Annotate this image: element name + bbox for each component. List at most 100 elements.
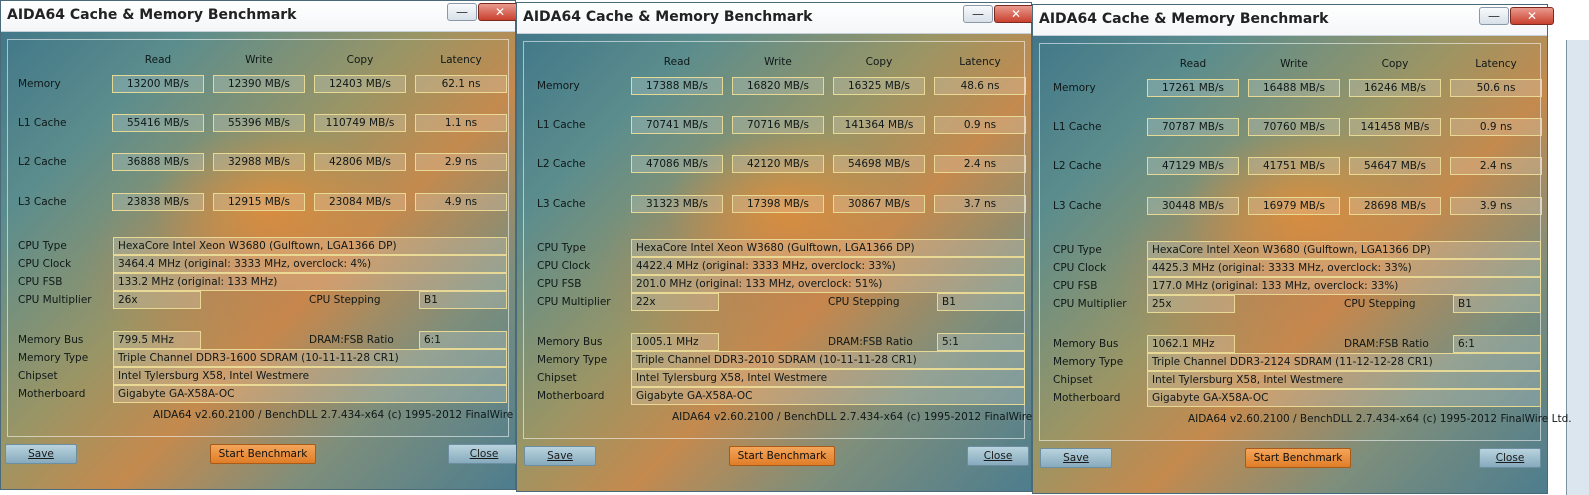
footer-version: AIDA64 v2.60.2100 / BenchDLL 2.7.434-x64… (153, 409, 537, 421)
chipset-label: Chipset (537, 372, 577, 384)
memory-type-label: Memory Type (18, 352, 89, 364)
l3-copy-field: 23084 MB/s (314, 193, 406, 211)
motherboard-label: Motherboard (1053, 392, 1121, 404)
l3-latency-field: 4.9 ns (415, 193, 507, 211)
l1-copy-field: 110749 MB/s (314, 114, 406, 132)
title-bar[interactable]: AIDA64 Cache & Memory Benchmark — ✕ (1, 1, 522, 32)
cpu-multiplier-label: CPU Multiplier (18, 294, 92, 306)
memory-latency-field: 48.6 ns (934, 77, 1026, 95)
memory-type-label: Memory Type (537, 354, 608, 366)
cpu-multiplier-field: 22x (631, 293, 719, 311)
row-label-l1-cache: L1 Cache (18, 117, 67, 129)
start-benchmark-button[interactable]: Start Benchmark (210, 444, 316, 464)
l1-latency-field: 0.9 ns (1450, 118, 1542, 136)
chipset-label: Chipset (1053, 374, 1093, 386)
l1-read-field: 70787 MB/s (1147, 118, 1239, 136)
l2-copy-field: 54698 MB/s (833, 155, 925, 173)
row-label-l2-cache: L2 Cache (1053, 160, 1102, 172)
memory-read-field: 13200 MB/s (112, 75, 204, 93)
start-benchmark-button[interactable]: Start Benchmark (1245, 448, 1351, 468)
close-icon[interactable]: ✕ (1510, 7, 1554, 25)
l2-copy-field: 54647 MB/s (1349, 157, 1441, 175)
footer-version: AIDA64 v2.60.2100 / BenchDLL 2.7.434-x64… (1188, 413, 1572, 425)
cpu-stepping-label: CPU Stepping (309, 294, 381, 306)
window-title: AIDA64 Cache & Memory Benchmark (1039, 11, 1329, 27)
motherboard-field: Gigabyte GA-X58A-OC (113, 385, 507, 403)
memory-copy-field: 16246 MB/s (1349, 79, 1441, 97)
cpu-stepping-label: CPU Stepping (828, 296, 900, 308)
l3-copy-field: 30867 MB/s (833, 195, 925, 213)
minimize-icon[interactable]: — (447, 3, 477, 21)
dram-fsb-ratio-field: 5:1 (937, 333, 1025, 351)
row-label-memory: Memory (1053, 82, 1096, 94)
close-button[interactable]: Close (967, 446, 1029, 466)
memory-bus-label: Memory Bus (1053, 338, 1119, 350)
cpu-fsb-label: CPU FSB (18, 276, 63, 288)
cpu-multiplier-field: 25x (1147, 295, 1235, 313)
close-button[interactable]: Close (1479, 448, 1541, 468)
cpu-clock-label: CPU Clock (18, 258, 72, 270)
row-label-l2-cache: L2 Cache (537, 158, 586, 170)
memory-type-field: Triple Channel DDR3-2124 SDRAM (11-12-12… (1147, 353, 1541, 371)
save-button[interactable]: Save (5, 444, 77, 464)
cpu-type-label: CPU Type (18, 240, 67, 252)
l3-read-field: 30448 MB/s (1147, 197, 1239, 215)
l1-latency-field: 0.9 ns (934, 116, 1026, 134)
cpu-clock-field: 4425.3 MHz (original: 3333 MHz, overcloc… (1147, 259, 1541, 277)
save-button[interactable]: Save (1040, 448, 1112, 468)
dram-fsb-ratio-field: 6:1 (1453, 335, 1541, 353)
save-button-label: Save (547, 450, 573, 462)
title-bar[interactable]: AIDA64 Cache & Memory Benchmark — ✕ (517, 3, 1038, 34)
header-latency: Latency (1475, 58, 1517, 70)
cpu-fsb-field: 133.2 MHz (original: 133 MHz) (113, 273, 507, 291)
cpu-multiplier-label: CPU Multiplier (1053, 298, 1127, 310)
cpu-type-field: HexaCore Intel Xeon W3680 (Gulftown, LGA… (113, 237, 507, 255)
start-benchmark-label: Start Benchmark (1253, 452, 1343, 464)
save-button-label: Save (1063, 452, 1089, 464)
l2-write-field: 42120 MB/s (732, 155, 824, 173)
close-button-label: Close (469, 448, 499, 460)
window-title: AIDA64 Cache & Memory Benchmark (7, 7, 297, 23)
cpu-type-field: HexaCore Intel Xeon W3680 (Gulftown, LGA… (631, 239, 1025, 257)
memory-latency-field: 62.1 ns (415, 75, 507, 93)
close-button[interactable]: Close (448, 444, 520, 464)
dram-fsb-ratio-label: DRAM:FSB Ratio (828, 336, 913, 348)
cpu-fsb-label: CPU FSB (537, 278, 582, 290)
memory-bus-label: Memory Bus (537, 336, 603, 348)
motherboard-label: Motherboard (18, 388, 86, 400)
memory-type-field: Triple Channel DDR3-1600 SDRAM (10-11-11… (113, 349, 507, 367)
cpu-clock-label: CPU Clock (1053, 262, 1107, 274)
header-copy: Copy (346, 54, 374, 66)
cpu-multiplier-field: 26x (113, 291, 201, 309)
start-benchmark-button[interactable]: Start Benchmark (729, 446, 835, 466)
header-read: Read (1179, 58, 1207, 70)
l2-read-field: 47129 MB/s (1147, 157, 1239, 175)
minimize-icon[interactable]: — (1479, 7, 1509, 25)
memory-bus-field: 799.5 MHz (113, 331, 201, 349)
header-copy: Copy (865, 56, 893, 68)
memory-latency-field: 50.6 ns (1450, 79, 1542, 97)
dram-fsb-ratio-label: DRAM:FSB Ratio (309, 334, 394, 346)
l2-latency-field: 2.9 ns (415, 153, 507, 171)
minimize-icon[interactable]: — (963, 5, 993, 23)
l3-copy-field: 28698 MB/s (1349, 197, 1441, 215)
cpu-type-label: CPU Type (1053, 244, 1102, 256)
l3-write-field: 16979 MB/s (1248, 197, 1340, 215)
header-latency: Latency (440, 54, 482, 66)
chipset-field: Intel Tylersburg X58, Intel Westmere (113, 367, 507, 385)
header-read: Read (144, 54, 172, 66)
l2-latency-field: 2.4 ns (934, 155, 1026, 173)
title-bar[interactable]: AIDA64 Cache & Memory Benchmark — ✕ (1033, 5, 1554, 36)
cpu-stepping-field: B1 (937, 293, 1025, 311)
save-button[interactable]: Save (524, 446, 596, 466)
close-button-label: Close (1495, 452, 1525, 464)
l3-read-field: 23838 MB/s (112, 193, 204, 211)
save-button-label: Save (28, 448, 54, 460)
background-window-edge (1566, 40, 1589, 495)
row-label-memory: Memory (18, 78, 61, 90)
cpu-type-field: HexaCore Intel Xeon W3680 (Gulftown, LGA… (1147, 241, 1541, 259)
header-write: Write (1280, 58, 1308, 70)
l2-write-field: 32988 MB/s (213, 153, 305, 171)
window-title: AIDA64 Cache & Memory Benchmark (523, 9, 813, 25)
l1-copy-field: 141458 MB/s (1349, 118, 1441, 136)
